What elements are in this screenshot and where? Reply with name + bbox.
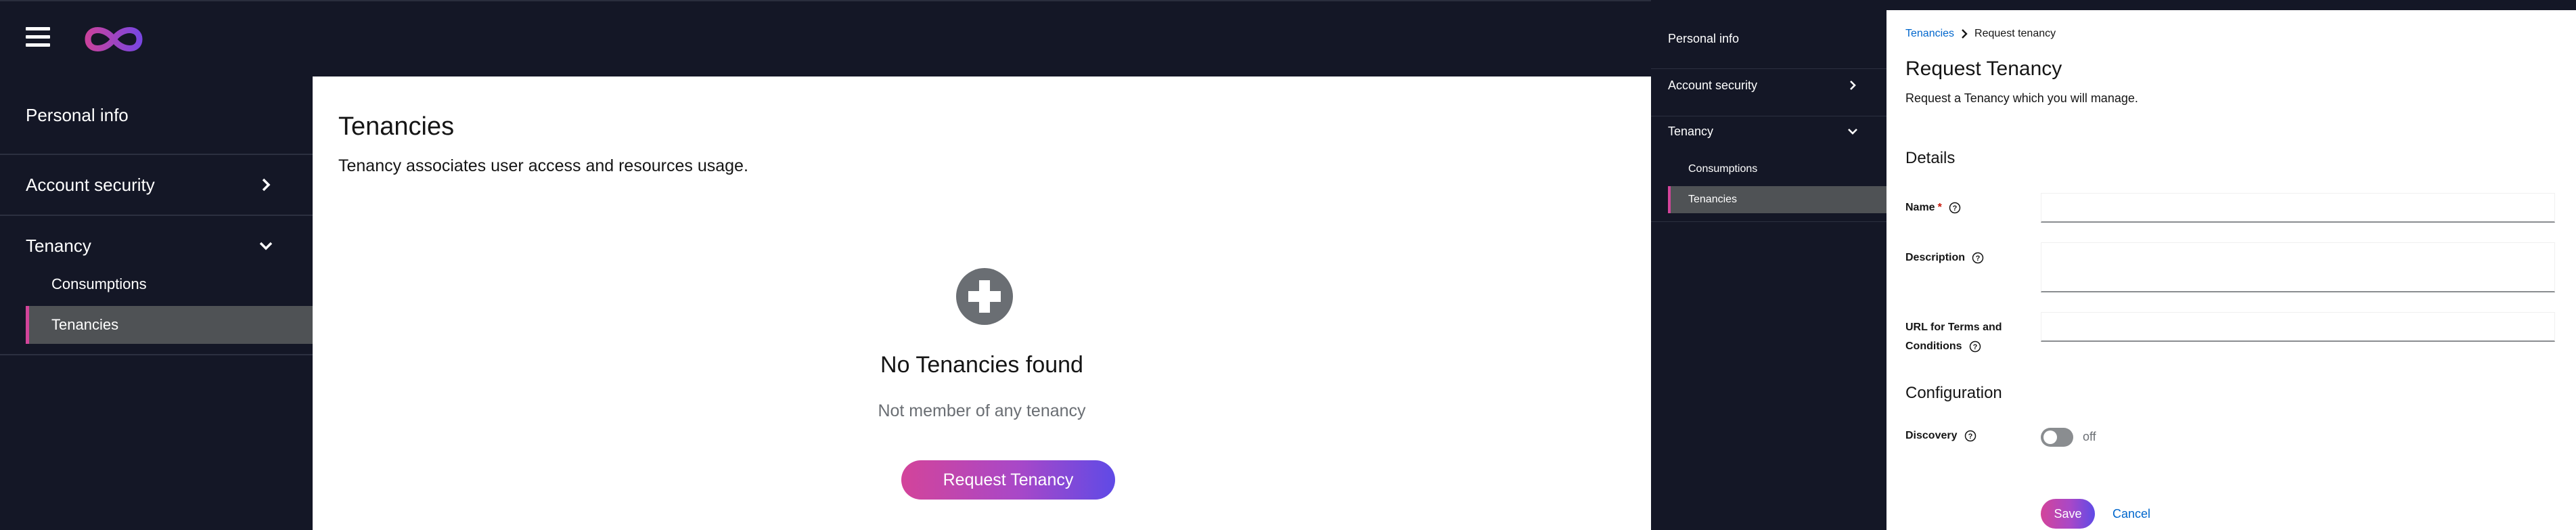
page-description: Tenancy associates user access and resou… bbox=[338, 156, 748, 175]
sidebar-item-tenancies[interactable]: Tenancies bbox=[1668, 186, 1886, 213]
sidebar-item-label: Tenancy bbox=[26, 235, 91, 256]
description-textarea[interactable] bbox=[2041, 242, 2555, 292]
url-terms-input[interactable] bbox=[2041, 312, 2555, 342]
name-label-text: Name bbox=[1905, 202, 1935, 213]
help-icon[interactable]: ? bbox=[1949, 202, 1961, 214]
breadcrumb: Tenancies Request tenancy bbox=[1905, 28, 2056, 40]
description-label: Description ? bbox=[1905, 248, 1984, 267]
request-tenancy-page: Personal info Account security Tenancy C… bbox=[1651, 0, 2576, 530]
chevron-right-icon bbox=[1850, 81, 1856, 90]
page-description: Request a Tenancy which you will manage. bbox=[1905, 91, 2138, 105]
empty-state-title: No Tenancies found bbox=[880, 352, 1083, 378]
sidebar-item-personal-info[interactable]: Personal info bbox=[0, 76, 313, 154]
sidebar: Personal info Account security Tenancy C… bbox=[1651, 0, 1886, 530]
hamburger-icon[interactable] bbox=[26, 27, 50, 49]
sidebar-item-account-security[interactable]: Account security bbox=[1651, 69, 1886, 102]
sidebar-item-label: Tenancies bbox=[1688, 194, 1738, 205]
sidebar-item-label: Consumptions bbox=[1688, 163, 1758, 175]
chevron-right-icon bbox=[1962, 29, 1968, 39]
breadcrumb-link-tenancies[interactable]: Tenancies bbox=[1905, 28, 1954, 40]
svg-text:?: ? bbox=[1973, 343, 1978, 351]
sidebar-item-label: Personal info bbox=[26, 104, 129, 125]
page-title: Tenancies bbox=[338, 112, 455, 141]
sidebar-item-label: Tenancies bbox=[51, 316, 119, 333]
discovery-toggle[interactable] bbox=[2041, 428, 2073, 447]
svg-text:?: ? bbox=[1976, 255, 1981, 263]
help-icon[interactable]: ? bbox=[1969, 340, 1981, 353]
description-label-text: Description bbox=[1905, 252, 1966, 263]
tenancies-page: Personal info Account security Tenancy C… bbox=[0, 0, 1651, 530]
sidebar-item-personal-info[interactable]: Personal info bbox=[1651, 24, 1886, 53]
url-terms-label: URL for Terms and Conditions ? bbox=[1905, 318, 2002, 356]
svg-text:?: ? bbox=[1968, 433, 1973, 441]
request-tenancy-button[interactable]: Request Tenancy bbox=[901, 460, 1115, 500]
sidebar-item-label: Consumptions bbox=[51, 275, 147, 292]
help-icon[interactable]: ? bbox=[1972, 252, 1984, 264]
masthead bbox=[0, 0, 1651, 76]
chevron-down-icon bbox=[1848, 129, 1857, 135]
toggle-knob bbox=[2043, 430, 2057, 444]
infinity-logo[interactable] bbox=[78, 20, 149, 58]
divider bbox=[0, 354, 313, 355]
sidebar-item-tenancies[interactable]: Tenancies bbox=[26, 306, 313, 344]
configuration-heading: Configuration bbox=[1905, 384, 2002, 402]
sidebar-item-label: Account security bbox=[1668, 78, 1758, 92]
divider bbox=[1651, 221, 1886, 222]
svg-text:?: ? bbox=[1953, 204, 1958, 213]
name-label: Name * ? bbox=[1905, 198, 1961, 217]
cancel-button[interactable]: Cancel bbox=[2104, 499, 2159, 529]
screen: Personal info Account security Tenancy C… bbox=[0, 0, 2576, 530]
sidebar-item-tenancy[interactable]: Tenancy bbox=[1651, 116, 1886, 146]
main-content: Tenancies Tenancy associates user access… bbox=[313, 76, 1651, 530]
save-button[interactable]: Save bbox=[2041, 499, 2095, 529]
breadcrumb-current: Request tenancy bbox=[1974, 28, 2056, 39]
help-icon[interactable]: ? bbox=[1964, 430, 1976, 442]
sidebar-item-label: Tenancy bbox=[1668, 124, 1714, 138]
sidebar-item-consumptions[interactable]: Consumptions bbox=[1668, 156, 1886, 183]
details-heading: Details bbox=[1905, 149, 1956, 167]
request-tenancy-form: Tenancies Request tenancy Request Tenanc… bbox=[1886, 10, 2576, 530]
plus-circle-icon bbox=[956, 268, 1013, 325]
sidebar-item-consumptions[interactable]: Consumptions bbox=[26, 265, 313, 303]
name-input[interactable] bbox=[2041, 193, 2555, 223]
sidebar: Personal info Account security Tenancy C… bbox=[0, 76, 313, 530]
sidebar-item-label: Personal info bbox=[1668, 31, 1740, 45]
url-terms-label-line2: Conditions bbox=[1905, 340, 1962, 352]
discovery-label: Discovery ? bbox=[1905, 426, 1976, 445]
empty-state-body: Not member of any tenancy bbox=[878, 401, 1086, 420]
required-mark: * bbox=[1937, 202, 1942, 213]
discovery-label-text: Discovery bbox=[1905, 430, 1958, 441]
url-terms-label-line1: URL for Terms and bbox=[1905, 322, 2002, 333]
discovery-toggle-state: off bbox=[2083, 430, 2096, 443]
sidebar-item-label: Account security bbox=[26, 174, 155, 195]
chevron-down-icon bbox=[259, 242, 273, 250]
sidebar-item-account-security[interactable]: Account security bbox=[0, 155, 313, 215]
page-title: Request Tenancy bbox=[1905, 58, 2062, 80]
chevron-right-icon bbox=[262, 178, 271, 192]
